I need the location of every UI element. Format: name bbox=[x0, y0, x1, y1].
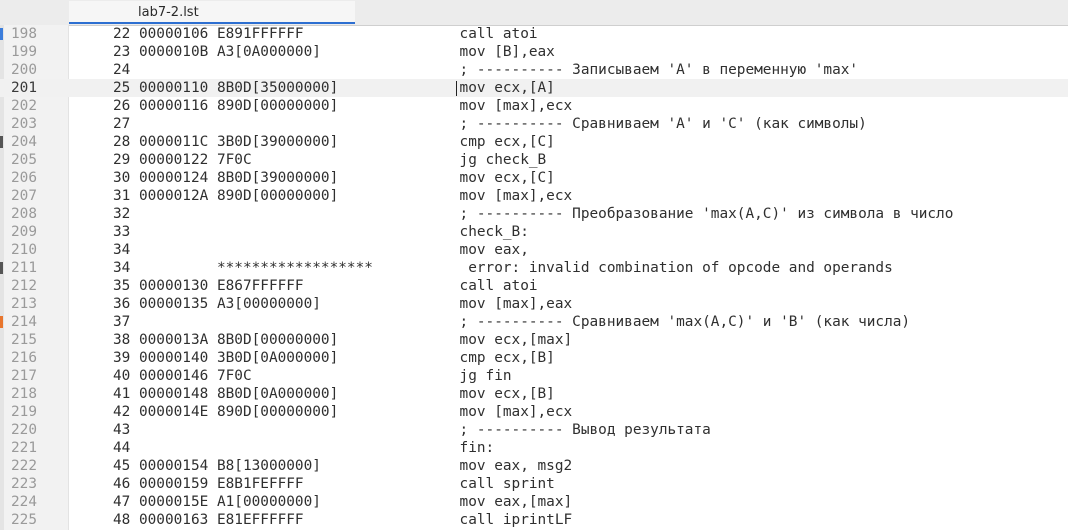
line-number: 200 bbox=[11, 62, 37, 78]
line-number: 223 bbox=[11, 476, 37, 492]
line-number: 225 bbox=[11, 512, 37, 528]
line-number: 212 bbox=[11, 278, 37, 294]
code-text: 38 0000013A 8B0D[00000000] mov ecx,[max] bbox=[87, 332, 573, 348]
code-line[interactable]: 209 33 check_B: bbox=[0, 223, 1068, 241]
code-line[interactable]: 208 32 ; ---------- Преобразование 'max(… bbox=[0, 205, 1068, 223]
code-text: 48 00000163 E81EFFFFFF call iprintLF bbox=[87, 512, 573, 528]
code-line[interactable]: 206 30 00000124 8B0D[39000000] mov ecx,[… bbox=[0, 169, 1068, 187]
code-text: 36 00000135 A3[00000000] mov [max],eax bbox=[87, 296, 573, 312]
line-number: 207 bbox=[11, 188, 37, 204]
code-text: 42 0000014E 890D[00000000] mov [max],ecx bbox=[87, 404, 573, 420]
line-number: 221 bbox=[11, 440, 37, 456]
code-text: 43 ; ---------- Вывод результата bbox=[87, 422, 711, 438]
line-number: 206 bbox=[11, 170, 37, 186]
code-text: 45 00000154 B8[13000000] mov eax, msg2 bbox=[87, 458, 573, 474]
code-line[interactable]: 224 47 0000015E A1[00000000] mov eax,[ma… bbox=[0, 493, 1068, 511]
text-cursor bbox=[456, 81, 457, 96]
code-line[interactable]: 225 48 00000163 E81EFFFFFF call iprintLF bbox=[0, 511, 1068, 529]
code-line[interactable]: 223 46 00000159 E8B1FEFFFF call sprint bbox=[0, 475, 1068, 493]
line-number: 216 bbox=[11, 350, 37, 366]
code-text: 41 00000148 8B0D[0A000000] mov ecx,[B] bbox=[87, 386, 555, 402]
code-text: 44 fin: bbox=[87, 440, 495, 456]
code-line[interactable]: 200 24 ; ---------- Записываем 'A' в пер… bbox=[0, 61, 1068, 79]
line-number: 215 bbox=[11, 332, 37, 348]
line-number: 198 bbox=[11, 26, 37, 42]
code-text: 35 00000130 E867FFFFFF call atoi bbox=[87, 278, 538, 294]
code-line[interactable]: 221 44 fin: bbox=[0, 439, 1068, 457]
code-editor[interactable]: 198 22 00000106 E891FFFFFF call atoi 199 … bbox=[0, 25, 1068, 530]
line-number: 211 bbox=[11, 260, 37, 276]
code-line[interactable]: 211 34 ****************** error: invalid… bbox=[0, 259, 1068, 277]
code-text: 26 00000116 890D[00000000] mov [max],ecx bbox=[87, 98, 573, 114]
line-number: 202 bbox=[11, 98, 37, 114]
code-line[interactable]: 222 45 00000154 B8[13000000] mov eax, ms… bbox=[0, 457, 1068, 475]
code-line[interactable]: 210 34 mov eax, bbox=[0, 241, 1068, 259]
line-number: 204 bbox=[11, 134, 37, 150]
code-line[interactable]: 216 39 00000140 3B0D[0A000000] cmp ecx,[… bbox=[0, 349, 1068, 367]
code-text: 47 0000015E A1[00000000] mov eax,[max] bbox=[87, 494, 573, 510]
code-line[interactable]: 214 37 ; ---------- Сравниваем 'max(A,C)… bbox=[0, 313, 1068, 331]
code-text: 31 0000012A 890D[00000000] mov [max],ecx bbox=[87, 188, 573, 204]
code-line[interactable]: 202 26 00000116 890D[00000000] mov [max]… bbox=[0, 97, 1068, 115]
code-line[interactable]: 203 27 ; ---------- Сравниваем 'A' и 'C'… bbox=[0, 115, 1068, 133]
line-number: 213 bbox=[11, 296, 37, 312]
code-text: 24 ; ---------- Записываем 'A' в перемен… bbox=[87, 62, 859, 78]
code-text: 34 ****************** error: invalid com… bbox=[87, 260, 893, 276]
line-number: 203 bbox=[11, 116, 37, 132]
code-line[interactable]: 207 31 0000012A 890D[00000000] mov [max]… bbox=[0, 187, 1068, 205]
code-line[interactable]: 204 28 0000011C 3B0D[39000000] cmp ecx,[… bbox=[0, 133, 1068, 151]
line-number: 199 bbox=[11, 44, 37, 60]
code-line[interactable]: 201 25 00000110 8B0D[35000000] mov ecx,[… bbox=[0, 79, 1068, 97]
code-text: 34 mov eax, bbox=[87, 242, 529, 258]
code-line[interactable]: 199 23 0000010B A3[0A000000] mov [B],eax bbox=[0, 43, 1068, 61]
tab-title: lab7-2.lst bbox=[138, 5, 199, 20]
code-text: 39 00000140 3B0D[0A000000] cmp ecx,[B] bbox=[87, 350, 555, 366]
line-number: 205 bbox=[11, 152, 37, 168]
code-line[interactable]: 219 42 0000014E 890D[00000000] mov [max]… bbox=[0, 403, 1068, 421]
code-text: 33 check_B: bbox=[87, 224, 529, 240]
code-text: 29 00000122 7F0C jg check_B bbox=[87, 152, 547, 168]
code-line[interactable]: 213 36 00000135 A3[00000000] mov [max],e… bbox=[0, 295, 1068, 313]
code-line[interactable]: 218 41 00000148 8B0D[0A000000] mov ecx,[… bbox=[0, 385, 1068, 403]
code-text: 40 00000146 7F0C jg fin bbox=[87, 368, 512, 384]
code-text: 46 00000159 E8B1FEFFFF call sprint bbox=[87, 476, 555, 492]
code-line[interactable]: 217 40 00000146 7F0C jg fin bbox=[0, 367, 1068, 385]
code-text: 30 00000124 8B0D[39000000] mov ecx,[C] bbox=[87, 170, 555, 186]
line-number: 222 bbox=[11, 458, 37, 474]
code-text: 25 00000110 8B0D[35000000] mov ecx,[A] bbox=[87, 80, 555, 96]
line-number: 217 bbox=[11, 368, 37, 384]
line-number: 209 bbox=[11, 224, 37, 240]
code-text: 32 ; ---------- Преобразование 'max(A,C)… bbox=[87, 206, 954, 222]
line-number: 201 bbox=[11, 80, 37, 96]
line-number: 208 bbox=[11, 206, 37, 222]
code-text: 27 ; ---------- Сравниваем 'A' и 'C' (ка… bbox=[87, 116, 867, 132]
line-number: 224 bbox=[11, 494, 37, 510]
tab-bar: lab7-2.lst bbox=[0, 0, 1068, 26]
line-number: 220 bbox=[11, 422, 37, 438]
code-line[interactable]: 215 38 0000013A 8B0D[00000000] mov ecx,[… bbox=[0, 331, 1068, 349]
line-number: 210 bbox=[11, 242, 37, 258]
code-line[interactable]: 205 29 00000122 7F0C jg check_B bbox=[0, 151, 1068, 169]
tab-lab7-2-lst[interactable]: lab7-2.lst bbox=[69, 1, 355, 24]
line-number: 219 bbox=[11, 404, 37, 420]
code-line[interactable]: 212 35 00000130 E867FFFFFF call atoi bbox=[0, 277, 1068, 295]
code-line[interactable]: 220 43 ; ---------- Вывод результата bbox=[0, 421, 1068, 439]
line-number: 214 bbox=[11, 314, 37, 330]
line-number: 218 bbox=[11, 386, 37, 402]
code-text: 23 0000010B A3[0A000000] mov [B],eax bbox=[87, 44, 555, 60]
code-text: 37 ; ---------- Сравниваем 'max(A,C)' и … bbox=[87, 314, 911, 330]
code-text: 22 00000106 E891FFFFFF call atoi bbox=[87, 26, 538, 42]
code-line[interactable]: 198 22 00000106 E891FFFFFF call atoi bbox=[0, 25, 1068, 43]
code-text: 28 0000011C 3B0D[39000000] cmp ecx,[C] bbox=[87, 134, 555, 150]
